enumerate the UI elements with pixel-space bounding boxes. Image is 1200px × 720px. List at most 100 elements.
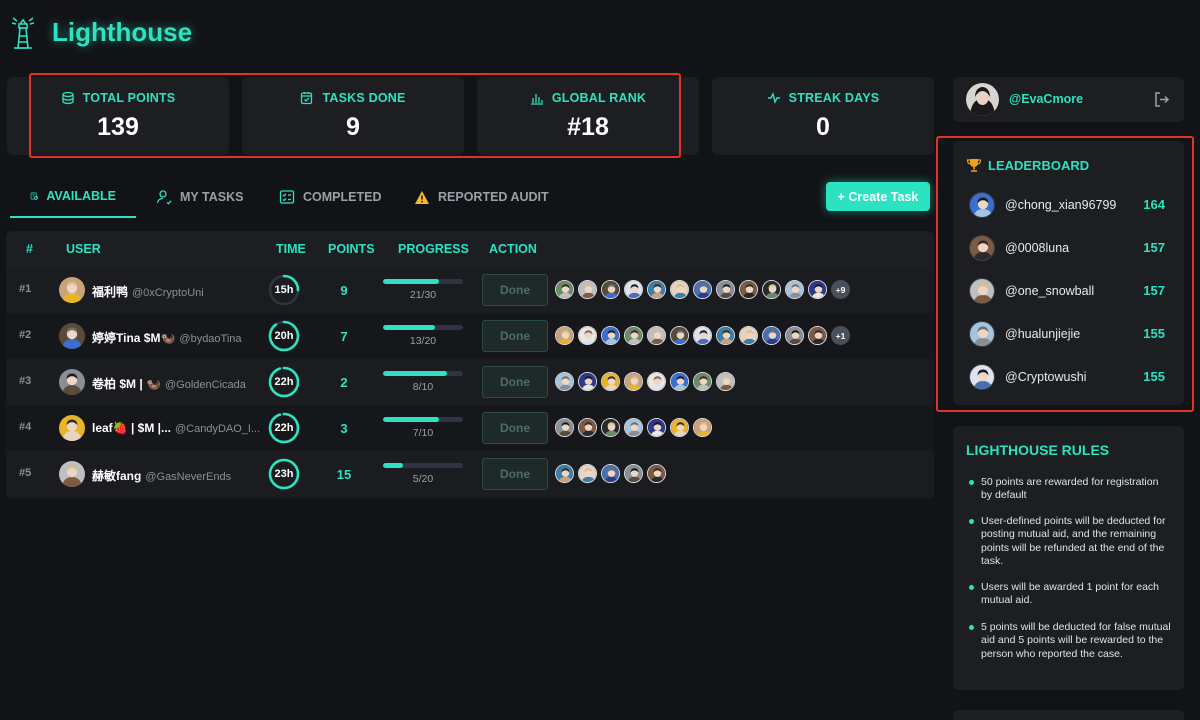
participant-avatar[interactable]	[647, 372, 666, 391]
participant-avatar[interactable]	[670, 418, 689, 437]
avatar[interactable]	[966, 83, 999, 116]
participant-avatar[interactable]	[624, 464, 643, 483]
tab-reported-audit[interactable]: REPORTED AUDIT	[394, 176, 569, 218]
app-logo[interactable]: Lighthouse	[8, 14, 192, 50]
more-participants-badge[interactable]: +1	[831, 326, 850, 345]
progress-text: 13/20	[409, 335, 437, 347]
participant-avatar[interactable]	[670, 326, 689, 345]
user-avatar[interactable]	[59, 277, 85, 303]
participant-avatar[interactable]	[624, 372, 643, 391]
tab-completed[interactable]: COMPLETED	[259, 176, 401, 218]
user-name[interactable]: 婷婷Tina $M🦦 @bydaoTina	[92, 329, 242, 346]
tab-my-tasks[interactable]: MY TASKS	[136, 176, 263, 218]
progress: 13/20	[383, 325, 463, 347]
participant-avatar[interactable]	[716, 280, 735, 299]
participant-avatar[interactable]	[693, 326, 712, 345]
user-avatar[interactable]	[59, 323, 85, 349]
user-handle: @GasNeverEnds	[145, 471, 232, 483]
participant-avatar[interactable]	[762, 280, 781, 299]
logout-icon[interactable]	[1153, 91, 1170, 108]
participant-avatar[interactable]	[693, 372, 712, 391]
user-name[interactable]: 福利鸭 @0xCryptoUni	[92, 283, 204, 300]
rule-item: 50 points are rewarded for registration …	[969, 476, 1171, 503]
participant-avatar[interactable]	[762, 326, 781, 345]
profile-username[interactable]: @EvaCmore	[1009, 92, 1083, 106]
row-rank: #5	[19, 467, 32, 479]
participant-avatar[interactable]	[670, 280, 689, 299]
participant-avatar[interactable]	[693, 280, 712, 299]
participant-avatar[interactable]	[555, 280, 574, 299]
user-avatar[interactable]	[59, 369, 85, 395]
participant-avatar[interactable]	[578, 418, 597, 437]
participant-avatar[interactable]	[601, 280, 620, 299]
stat-total-points: TOTAL POINTS 139	[7, 77, 229, 155]
user-avatar[interactable]	[59, 461, 85, 487]
participant-avatar[interactable]	[578, 372, 597, 391]
participant-avatar[interactable]	[739, 326, 758, 345]
done-button[interactable]: Done	[482, 412, 548, 444]
participant-avatar[interactable]	[716, 372, 735, 391]
participant-avatar[interactable]	[624, 326, 643, 345]
participant-avatar[interactable]	[601, 326, 620, 345]
participant-avatar[interactable]	[578, 464, 597, 483]
row-points: 7	[340, 329, 348, 344]
row-points: 2	[340, 375, 348, 390]
leaderboard-entry[interactable]: @one_snowball 157	[969, 278, 1179, 306]
user-avatar[interactable]	[59, 415, 85, 441]
participant-avatar[interactable]	[578, 326, 597, 345]
leaderboard-entry[interactable]: @hualunjiejie 155	[969, 321, 1179, 349]
leaderboard-entry[interactable]: @chong_xian96799 164	[969, 192, 1179, 220]
stat-value: 139	[97, 113, 139, 141]
participant-avatar[interactable]	[624, 418, 643, 437]
time-remaining: 23h	[274, 468, 294, 480]
task-table: # USER TIME POINTS PROGRESS ACTION #1 福利鸭…	[6, 231, 934, 499]
participant-avatar[interactable]	[601, 418, 620, 437]
row-points: 9	[340, 283, 348, 298]
stat-tasks-done: TASKS DONE 9	[242, 77, 464, 155]
progress-fill	[383, 417, 439, 422]
participant-avatar[interactable]	[739, 280, 758, 299]
participant-avatar[interactable]	[624, 280, 643, 299]
participant-avatar[interactable]	[647, 418, 666, 437]
participant-avatar[interactable]	[716, 326, 735, 345]
done-button[interactable]: Done	[482, 320, 548, 352]
user-display-name: 赫敏fang	[92, 469, 142, 483]
participant-avatar[interactable]	[693, 418, 712, 437]
participant-avatar[interactable]	[555, 372, 574, 391]
leaderboard-name: @chong_xian96799	[1005, 198, 1117, 212]
participant-avatar[interactable]	[555, 326, 574, 345]
time-remaining: 15h	[274, 284, 294, 296]
leaderboard-entry[interactable]: @Cryptowushi 155	[969, 364, 1179, 392]
progress-fill	[383, 371, 447, 376]
create-task-button[interactable]: + Create Task	[826, 182, 930, 211]
stat-value: 9	[346, 113, 360, 141]
leaderboard-entry[interactable]: @0008luna 157	[969, 235, 1179, 263]
participant-avatar[interactable]	[808, 280, 827, 299]
done-button[interactable]: Done	[482, 366, 548, 398]
user-name[interactable]: 卷柏 $M | 🦦 @GoldenCicada	[92, 375, 246, 392]
user-name[interactable]: 赫敏fang @GasNeverEnds	[92, 467, 231, 484]
time-remaining: 20h	[274, 330, 294, 342]
participant-avatar[interactable]	[555, 464, 574, 483]
table-row: #2 婷婷Tina $M🦦 @bydaoTina 20h 7 13/20 Done +1	[6, 313, 934, 359]
participant-avatar[interactable]	[647, 280, 666, 299]
participant-avatar[interactable]	[601, 464, 620, 483]
participant-avatar[interactable]	[785, 280, 804, 299]
tab-available[interactable]: AVAILABLE	[10, 176, 136, 218]
done-button[interactable]: Done	[482, 458, 548, 490]
participant-avatar[interactable]	[647, 464, 666, 483]
activity-icon	[767, 91, 780, 105]
more-participants-badge[interactable]: +9	[831, 280, 850, 299]
bottom-card	[953, 710, 1184, 720]
column-header-user: USER	[66, 242, 101, 256]
done-button[interactable]: Done	[482, 274, 548, 306]
participant-avatar[interactable]	[647, 326, 666, 345]
participant-avatar[interactable]	[555, 418, 574, 437]
tab-label: COMPLETED	[303, 190, 382, 204]
participant-avatar[interactable]	[601, 372, 620, 391]
participant-avatar[interactable]	[578, 280, 597, 299]
participant-avatar[interactable]	[670, 372, 689, 391]
participant-avatar[interactable]	[785, 326, 804, 345]
user-name[interactable]: leaf🍓 | $M |... @CandyDAO_I...	[92, 421, 260, 435]
participant-avatar[interactable]	[808, 326, 827, 345]
